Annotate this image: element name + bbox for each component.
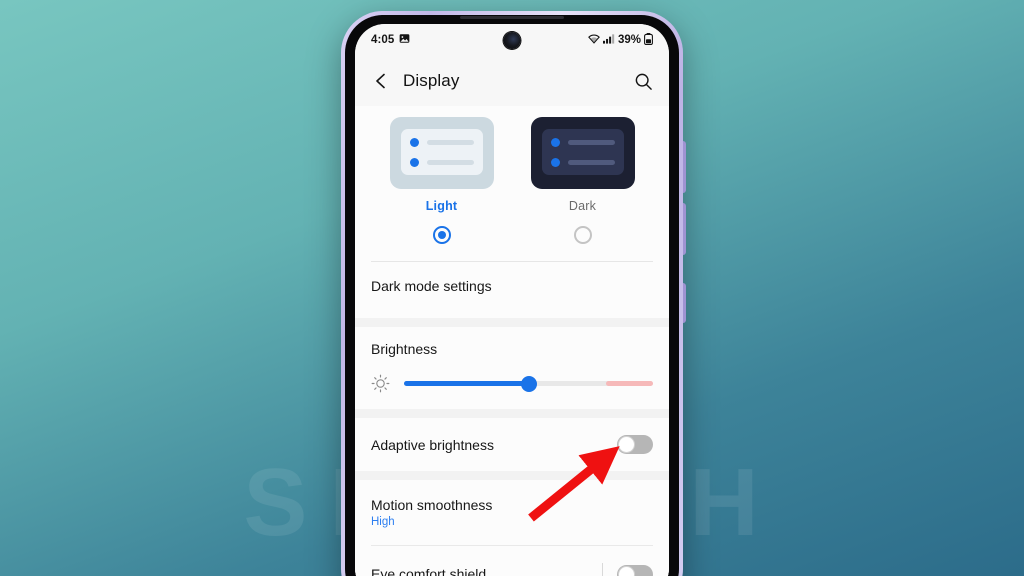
dark-theme-preview — [530, 117, 635, 189]
status-bar-left: 4:05 — [371, 33, 410, 47]
eye-comfort-shield-title: Eye comfort shield — [371, 566, 487, 576]
motion-smoothness-text: Motion smoothness High — [371, 497, 653, 528]
punch-hole-camera — [503, 32, 521, 49]
toggle-knob — [618, 436, 635, 453]
search-icon[interactable] — [634, 72, 653, 91]
back-chevron-icon[interactable] — [371, 71, 391, 91]
phone-device: 4:05 39% Display Light Dark Dark mode se… — [341, 11, 686, 576]
light-theme-label: Light — [425, 199, 458, 213]
adaptive-brightness-toggle[interactable] — [617, 435, 653, 454]
image-icon — [399, 33, 410, 47]
toggle-knob — [618, 565, 635, 576]
brightness-slider[interactable] — [404, 375, 653, 392]
signal-bars-icon — [602, 33, 615, 47]
adaptive-brightness-title: Adaptive brightness — [371, 436, 494, 453]
motion-smoothness-title: Motion smoothness — [371, 497, 493, 513]
brightness-slider-row — [371, 374, 653, 393]
theme-options-row: Light Dark — [355, 117, 669, 244]
display-options-card: Motion smoothness High Eye comfort shiel… — [355, 480, 669, 576]
eye-comfort-shield-text: Eye comfort shield — [371, 566, 602, 576]
sun-icon — [371, 374, 390, 393]
eye-comfort-shield-row[interactable]: Eye comfort shield — [355, 546, 669, 576]
battery-icon — [644, 32, 653, 48]
phone-screen: 4:05 39% Display Light Dark Dark mode se… — [355, 24, 669, 576]
eye-comfort-shield-toggle[interactable] — [617, 564, 653, 576]
earpiece-speaker — [460, 16, 564, 19]
theme-option-dark[interactable]: Dark — [529, 117, 637, 244]
settings-content: Light Dark Dark mode settings Brightness… — [355, 106, 669, 576]
page-title: Display — [403, 71, 460, 90]
screenshot-stage: SEARCH 4:05 — [0, 0, 1024, 576]
light-theme-preview — [389, 117, 494, 189]
status-bar: 4:05 39% — [355, 24, 669, 56]
phone-bezel: 4:05 39% Display Light Dark Dark mode se… — [345, 15, 679, 576]
adaptive-brightness-card: Adaptive brightness — [355, 418, 669, 471]
theme-mode-card: Light Dark Dark mode settings — [355, 106, 669, 318]
brightness-slider-fill — [404, 381, 529, 386]
power-button[interactable] — [683, 283, 686, 323]
adaptive-brightness-text: Adaptive brightness — [371, 437, 617, 453]
brightness-slider-thumb[interactable] — [520, 375, 537, 392]
toggle-separator — [602, 563, 603, 576]
volume-down-button[interactable] — [683, 203, 686, 255]
brightness-card: Brightness — [355, 327, 669, 409]
theme-option-light[interactable]: Light — [388, 117, 496, 244]
volume-up-button[interactable] — [683, 141, 686, 193]
wifi-icon — [588, 33, 600, 47]
dark-theme-label: Dark — [568, 199, 597, 213]
light-theme-radio[interactable] — [432, 226, 451, 244]
status-bar-right: 39% — [588, 32, 653, 48]
dark-theme-radio[interactable] — [573, 226, 592, 244]
adaptive-brightness-row[interactable]: Adaptive brightness — [355, 418, 669, 471]
motion-smoothness-value: High — [371, 516, 395, 528]
app-bar: Display — [355, 56, 669, 106]
motion-smoothness-row[interactable]: Motion smoothness High — [355, 480, 669, 545]
brightness-label: Brightness — [371, 341, 438, 357]
dark-mode-settings-row[interactable]: Dark mode settings — [355, 262, 669, 312]
brightness-warning-zone — [605, 381, 653, 386]
battery-percent: 39% — [617, 34, 641, 46]
status-time: 4:05 — [371, 34, 395, 46]
